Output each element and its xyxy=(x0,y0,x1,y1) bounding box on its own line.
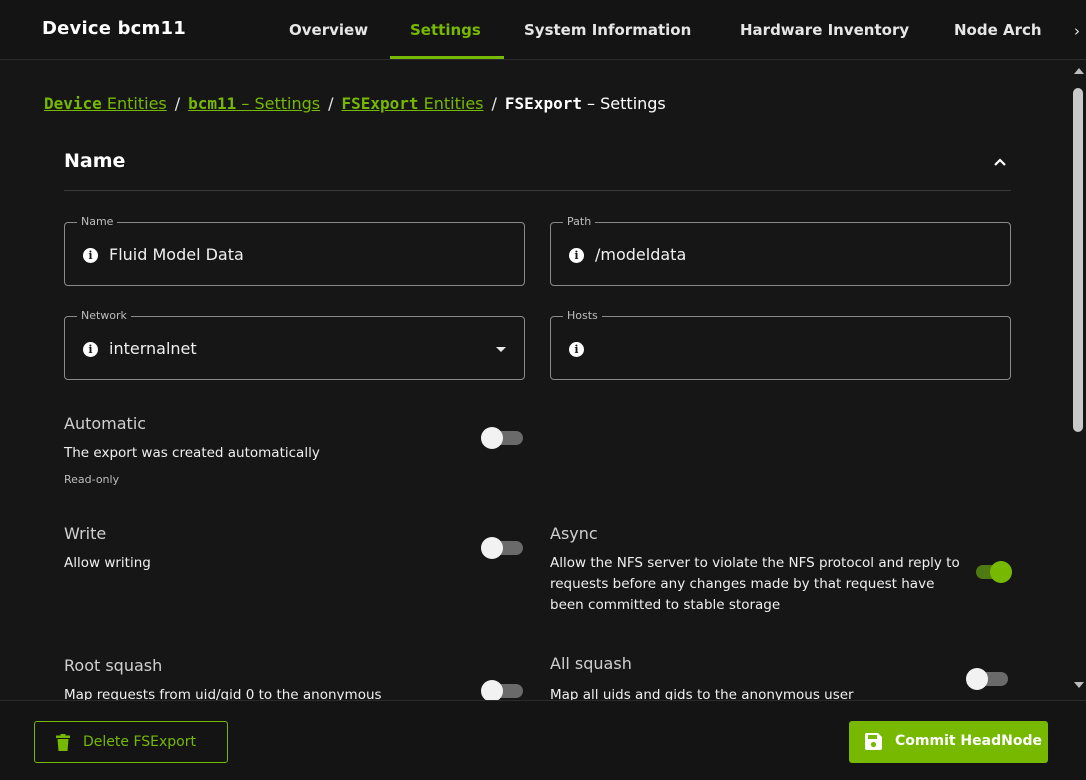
write-description: Allow writing xyxy=(64,555,151,571)
automatic-title: Automatic xyxy=(64,414,147,433)
root-squash-title: Root squash xyxy=(64,656,163,675)
automatic-toggle[interactable] xyxy=(481,427,527,449)
device-title: Device bcm11 xyxy=(42,18,186,39)
breadcrumb-separator: / xyxy=(174,94,181,113)
all-squash-toggle[interactable] xyxy=(966,668,1012,690)
tab-settings[interactable]: Settings xyxy=(410,21,481,39)
breadcrumb-device-entities[interactable]: Device Entities xyxy=(44,94,167,113)
info-icon[interactable]: i xyxy=(569,248,584,263)
breadcrumb-fsexport-entities[interactable]: FSExport Entities xyxy=(342,94,484,113)
automatic-description: The export was created automatically xyxy=(64,445,320,461)
network-select-value[interactable]: internalnet xyxy=(109,339,197,358)
write-title: Write xyxy=(64,524,107,543)
name-field-value[interactable]: Fluid Model Data xyxy=(109,245,244,264)
read-only-note: Read-only xyxy=(64,473,120,486)
all-squash-title: All squash xyxy=(550,654,632,673)
delete-fsexport-label: Delete FSExport xyxy=(83,734,196,750)
breadcrumb-current: FSExport – Settings xyxy=(504,94,666,113)
delete-fsexport-button[interactable]: Delete FSExport xyxy=(34,721,228,763)
scroll-down-arrow-icon[interactable] xyxy=(1074,682,1084,688)
info-icon[interactable]: i xyxy=(569,342,584,357)
name-field-label: Name xyxy=(77,215,118,229)
hosts-field-label: Hosts xyxy=(563,309,602,323)
root-squash-description: Map requests from uid/gid 0 to the anony… xyxy=(64,687,382,700)
top-nav-bar: Device bcm11 Overview Settings System In… xyxy=(0,0,1086,60)
section-title: Name xyxy=(64,150,126,172)
async-description: Allow the NFS server to violate the NFS … xyxy=(550,555,960,613)
all-squash-description: Map all uids and gids to the anonymous u… xyxy=(550,687,854,700)
tab-node-arch[interactable]: Node Arch xyxy=(954,21,1042,39)
breadcrumb: Device Entities / bcm11 – Settings / FSExpor… xyxy=(44,94,666,113)
scrollbar-thumb[interactable] xyxy=(1073,88,1083,432)
info-icon[interactable]: i xyxy=(83,342,98,357)
chevron-up-icon[interactable] xyxy=(990,152,1010,172)
name-field[interactable]: Name i Fluid Model Data xyxy=(64,215,525,286)
tab-system-information[interactable]: System Information xyxy=(524,21,691,39)
path-field-value[interactable]: /modeldata xyxy=(595,245,686,264)
breadcrumb-separator: / xyxy=(328,94,334,113)
breadcrumb-separator: / xyxy=(491,94,497,113)
action-bar: Delete FSExport Commit HeadNode xyxy=(0,700,1086,780)
save-icon xyxy=(865,733,882,750)
active-tab-indicator xyxy=(390,56,504,59)
hosts-field[interactable]: Hosts i xyxy=(550,309,1011,380)
write-toggle[interactable] xyxy=(481,537,527,559)
tab-hardware-inventory[interactable]: Hardware Inventory xyxy=(740,21,909,39)
path-field[interactable]: Path i /modeldata xyxy=(550,215,1011,286)
section-divider xyxy=(64,190,1011,191)
scroll-up-arrow-icon[interactable] xyxy=(1074,68,1084,74)
path-field-label: Path xyxy=(563,215,596,229)
commit-headnode-label: Commit HeadNode xyxy=(895,733,1042,749)
dropdown-arrow-icon[interactable] xyxy=(496,347,506,352)
chevron-right-icon[interactable]: › xyxy=(1074,22,1080,40)
commit-headnode-button[interactable]: Commit HeadNode xyxy=(849,721,1048,763)
breadcrumb-bcm11-settings[interactable]: bcm11 – Settings xyxy=(188,94,320,113)
info-icon[interactable]: i xyxy=(83,248,98,263)
async-toggle[interactable] xyxy=(968,561,1014,583)
tab-overview[interactable]: Overview xyxy=(289,21,368,39)
network-select[interactable]: Network i internalnet xyxy=(64,309,525,380)
trash-icon xyxy=(56,734,70,751)
root-squash-toggle[interactable] xyxy=(481,680,527,700)
async-title: Async xyxy=(550,524,598,543)
network-field-label: Network xyxy=(77,309,131,323)
